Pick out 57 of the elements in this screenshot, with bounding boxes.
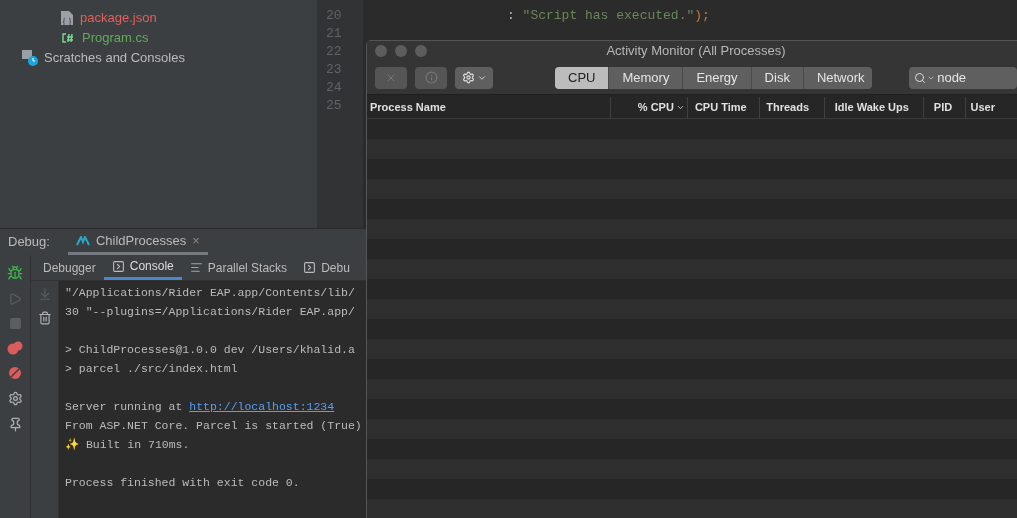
tree-item[interactable]: Scratches and Consoles: [22, 48, 185, 68]
info-icon: [424, 71, 438, 84]
code-line: : "Script has executed.");: [507, 7, 710, 24]
window-title: Activity Monitor (All Processes): [606, 42, 786, 61]
console-line: ✨ Built in 710ms.: [65, 437, 191, 453]
tree-item[interactable]: Program.cs: [60, 28, 149, 48]
debug-tab[interactable]: Debugger: [35, 255, 104, 280]
column-header[interactable]: CPU Time: [687, 97, 761, 118]
scratches-icon: [22, 50, 38, 66]
gear-menu-button[interactable]: [455, 66, 493, 89]
view-tab[interactable]: Memory: [609, 66, 684, 89]
window-control[interactable]: [375, 45, 387, 57]
trash-icon[interactable]: [37, 311, 52, 325]
debug-label: Debug:: [8, 233, 50, 252]
settings-icon[interactable]: [7, 391, 23, 406]
scroll-to-end-icon[interactable]: [37, 287, 52, 301]
column-header[interactable]: Threads: [760, 97, 825, 118]
info-button[interactable]: [415, 66, 447, 89]
close-icon[interactable]: ×: [192, 230, 200, 251]
muted-breakpoints-icon[interactable]: [8, 366, 22, 380]
breakpoints-icon[interactable]: [7, 341, 23, 355]
view-tab[interactable]: Disk: [751, 66, 804, 89]
stacks-icon: [189, 261, 203, 274]
debug-tab[interactable]: Parallel Stacks: [181, 255, 296, 280]
console-line: 30 "--plugins=/Applications/Rider EAP.app/: [65, 304, 356, 320]
console-line: > parcel ./src/index.html: [65, 361, 239, 377]
column-header[interactable]: PID: [923, 97, 966, 118]
view-tab[interactable]: CPU: [555, 66, 610, 89]
pin-icon[interactable]: [7, 417, 23, 432]
stop-icon[interactable]: [8, 317, 22, 330]
console-link[interactable]: http://localhost:1234: [189, 400, 335, 413]
view-tab[interactable]: Network: [803, 66, 873, 89]
window-control[interactable]: [415, 45, 427, 57]
console-icon: [111, 259, 125, 273]
search-icon: [914, 71, 927, 84]
session-tab[interactable]: ChildProcesses ×: [67, 229, 208, 255]
gear-icon: [461, 71, 475, 84]
resume-icon[interactable]: [8, 292, 22, 306]
console-line: Process finished with exit code 0.: [65, 475, 301, 491]
view-tab[interactable]: Energy: [683, 66, 752, 89]
stop-process-button[interactable]: [375, 66, 407, 89]
csharp-file-icon: [60, 31, 76, 45]
bug-icon[interactable]: [7, 265, 23, 281]
column-header[interactable]: User: [965, 97, 1017, 118]
search-field[interactable]: node: [909, 66, 1017, 89]
column-header[interactable]: Process Name: [367, 97, 611, 118]
console-icon: [303, 261, 317, 274]
json-file-icon: [60, 10, 74, 26]
console-line: > ChildProcesses@1.0.0 dev /Users/khalid.a: [65, 342, 356, 358]
column-header[interactable]: Idle Wake Ups: [824, 97, 924, 118]
console-line: From ASP.NET Core. Parcel is started (True): [65, 418, 363, 434]
node-icon: [75, 235, 90, 246]
column-header[interactable]: % CPU: [610, 97, 688, 118]
tree-item[interactable]: package.json: [60, 8, 157, 28]
console-line: "/Applications/Rider EAP.app/Contents/lib/: [65, 285, 356, 301]
debug-tab[interactable]: Debu: [295, 255, 350, 280]
window-control[interactable]: [395, 45, 407, 57]
